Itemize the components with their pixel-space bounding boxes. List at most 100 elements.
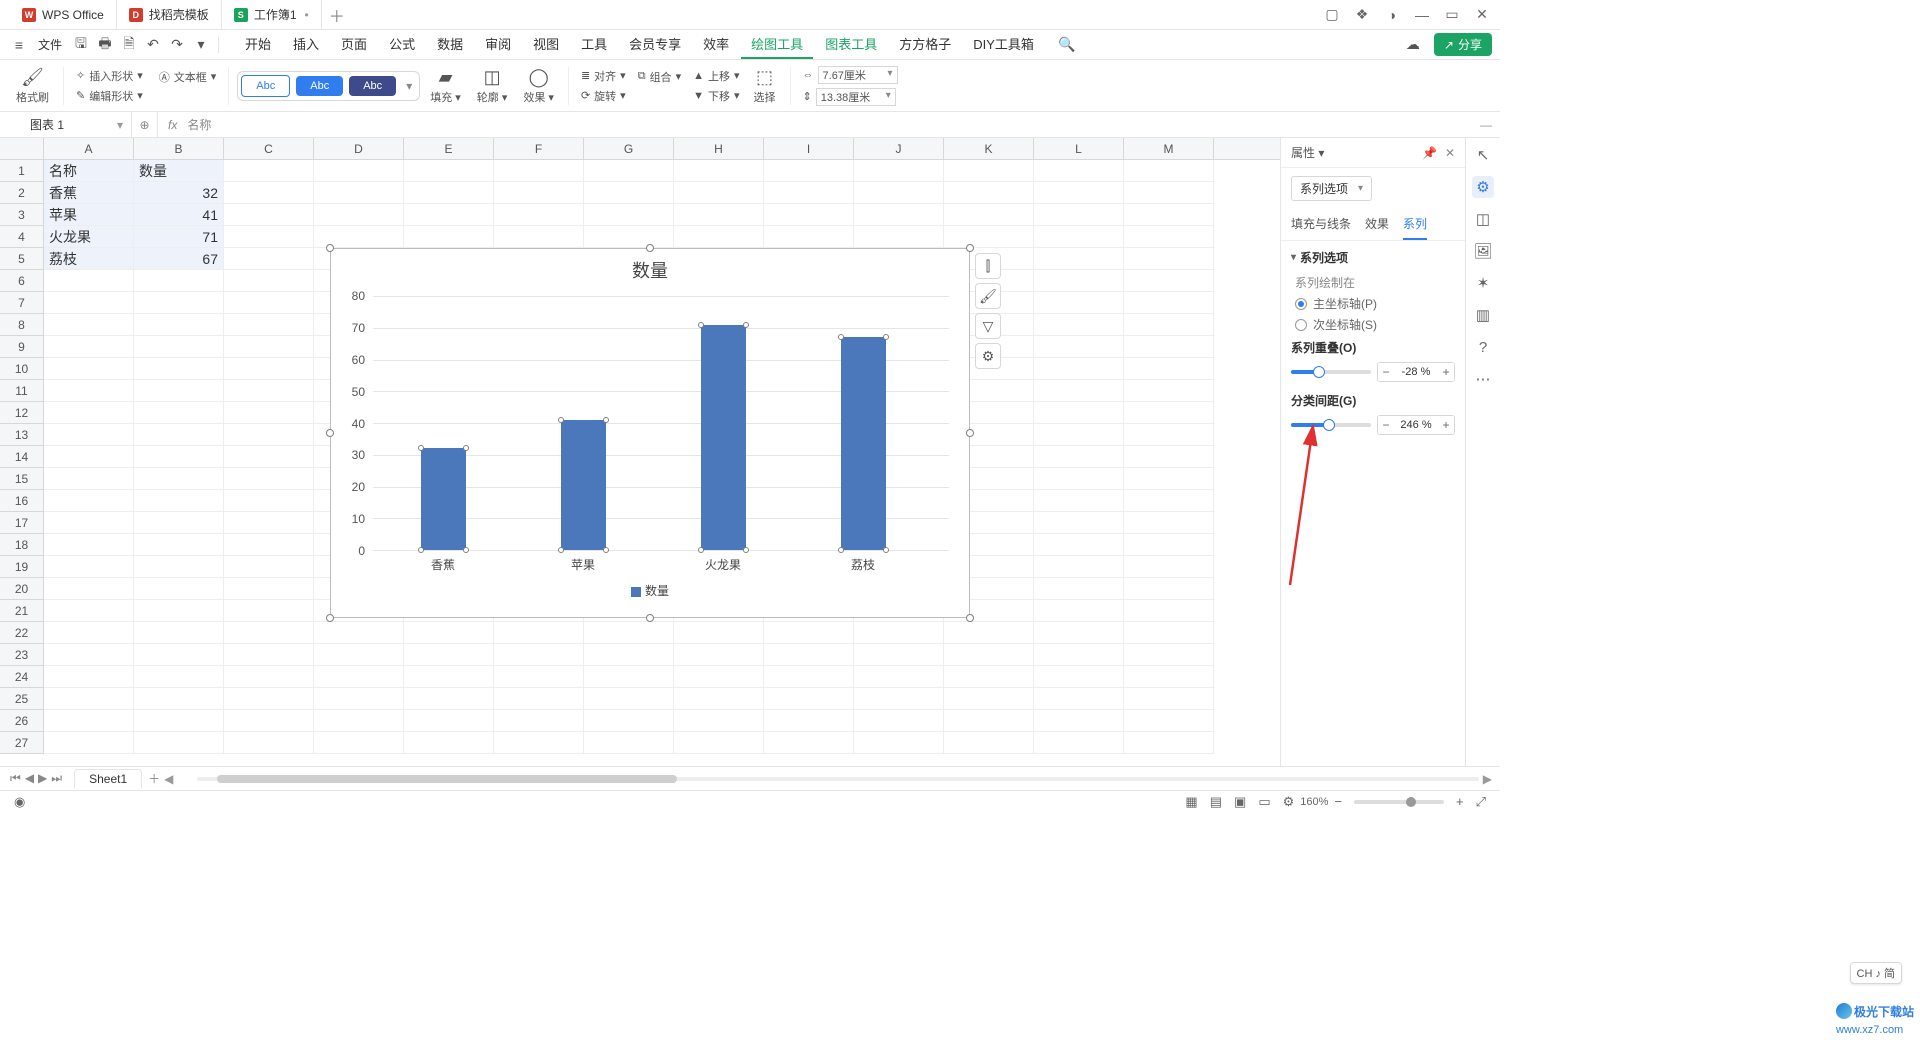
cell[interactable] [944, 644, 1034, 666]
row-header[interactable]: 25 [0, 688, 44, 710]
cell[interactable] [494, 666, 584, 688]
row-header[interactable]: 3 [0, 204, 44, 226]
cell[interactable] [44, 468, 134, 490]
cell[interactable] [44, 424, 134, 446]
chart-bar[interactable] [841, 337, 886, 550]
cell[interactable] [224, 182, 314, 204]
cell[interactable] [134, 314, 224, 336]
overlap-slider[interactable] [1291, 370, 1371, 374]
cell[interactable] [134, 292, 224, 314]
row-header[interactable]: 10 [0, 358, 44, 380]
cell[interactable] [584, 688, 674, 710]
cell[interactable] [1124, 710, 1214, 732]
cell[interactable] [44, 666, 134, 688]
cell[interactable] [1034, 380, 1124, 402]
cell[interactable] [224, 490, 314, 512]
cell[interactable] [224, 270, 314, 292]
cell[interactable] [944, 688, 1034, 710]
cell[interactable] [1124, 622, 1214, 644]
cell[interactable]: 名称 [44, 160, 134, 182]
select-button[interactable]: ⬚选择 [748, 65, 782, 107]
menu-视图[interactable]: 视图 [523, 30, 569, 59]
cell[interactable] [44, 336, 134, 358]
cell[interactable] [1124, 424, 1214, 446]
cell[interactable] [44, 292, 134, 314]
scroll-left-icon[interactable]: ◀ [160, 772, 177, 786]
menu-数据[interactable]: 数据 [427, 30, 473, 59]
cell[interactable] [854, 688, 944, 710]
style-gallery[interactable]: Abc Abc Abc ▾ [237, 71, 420, 101]
cell[interactable] [944, 710, 1034, 732]
cell[interactable] [1034, 182, 1124, 204]
cell[interactable] [224, 534, 314, 556]
col-header[interactable]: D [314, 138, 404, 159]
name-box[interactable]: 图表 1▾ [0, 112, 132, 137]
cell[interactable] [1034, 402, 1124, 424]
cell[interactable] [224, 710, 314, 732]
menu-效率[interactable]: 效率 [693, 30, 739, 59]
cell[interactable] [584, 160, 674, 182]
record-icon[interactable]: ◉ [8, 794, 31, 810]
cell[interactable] [314, 688, 404, 710]
cell[interactable] [944, 732, 1034, 754]
col-header[interactable]: E [404, 138, 494, 159]
cell[interactable] [854, 204, 944, 226]
print-icon[interactable]: 🖶 [94, 34, 116, 56]
cell[interactable] [224, 292, 314, 314]
cell[interactable] [854, 644, 944, 666]
fill-button[interactable]: ▰填充 ▾ [424, 65, 467, 107]
row-header[interactable]: 11 [0, 380, 44, 402]
cell[interactable] [944, 204, 1034, 226]
row-header[interactable]: 24 [0, 666, 44, 688]
chart-elements-button[interactable]: ⫿ [975, 253, 1001, 279]
print-preview-icon[interactable]: 🗎 [118, 34, 140, 56]
rail-settings-icon[interactable]: ⚙ [1472, 176, 1494, 198]
cell[interactable]: 香蕉 [44, 182, 134, 204]
cell[interactable] [674, 182, 764, 204]
pin-icon[interactable]: 📌 [1422, 146, 1437, 160]
cell[interactable] [584, 204, 674, 226]
cell[interactable] [44, 402, 134, 424]
cell[interactable] [944, 160, 1034, 182]
cell[interactable] [134, 512, 224, 534]
row-header[interactable]: 22 [0, 622, 44, 644]
col-header[interactable]: H [674, 138, 764, 159]
cell[interactable] [404, 160, 494, 182]
row-header[interactable]: 19 [0, 556, 44, 578]
cell[interactable] [1124, 380, 1214, 402]
view-read-icon[interactable]: ▭ [1252, 794, 1276, 810]
rail-help-icon[interactable]: ? [1472, 336, 1494, 358]
cell[interactable] [1124, 578, 1214, 600]
cell[interactable] [764, 204, 854, 226]
cell[interactable] [44, 556, 134, 578]
cell[interactable] [944, 226, 1034, 248]
close-panel-icon[interactable]: ✕ [1445, 146, 1455, 160]
cell[interactable] [854, 622, 944, 644]
cell[interactable] [1034, 270, 1124, 292]
cell[interactable] [1124, 314, 1214, 336]
cell[interactable] [224, 688, 314, 710]
row-header[interactable]: 26 [0, 710, 44, 732]
cell[interactable] [314, 182, 404, 204]
cell[interactable] [404, 204, 494, 226]
cell[interactable] [854, 160, 944, 182]
cell[interactable] [1124, 292, 1214, 314]
cell[interactable] [44, 578, 134, 600]
col-header[interactable]: A [44, 138, 134, 159]
outline-button[interactable]: ◫轮廓 ▾ [471, 65, 514, 107]
row-header[interactable]: 27 [0, 732, 44, 754]
cell[interactable] [224, 446, 314, 468]
cell[interactable] [494, 160, 584, 182]
next-sheet-icon[interactable]: ▶ [38, 771, 47, 786]
cell[interactable] [1124, 160, 1214, 182]
cell[interactable] [314, 666, 404, 688]
cell[interactable] [1034, 732, 1124, 754]
row-header[interactable]: 15 [0, 468, 44, 490]
cell[interactable] [404, 688, 494, 710]
cell[interactable] [1034, 226, 1124, 248]
row-header[interactable]: 21 [0, 600, 44, 622]
cell[interactable] [1124, 204, 1214, 226]
row-header[interactable]: 23 [0, 644, 44, 666]
cell[interactable]: 32 [134, 182, 224, 204]
cell[interactable] [1124, 226, 1214, 248]
